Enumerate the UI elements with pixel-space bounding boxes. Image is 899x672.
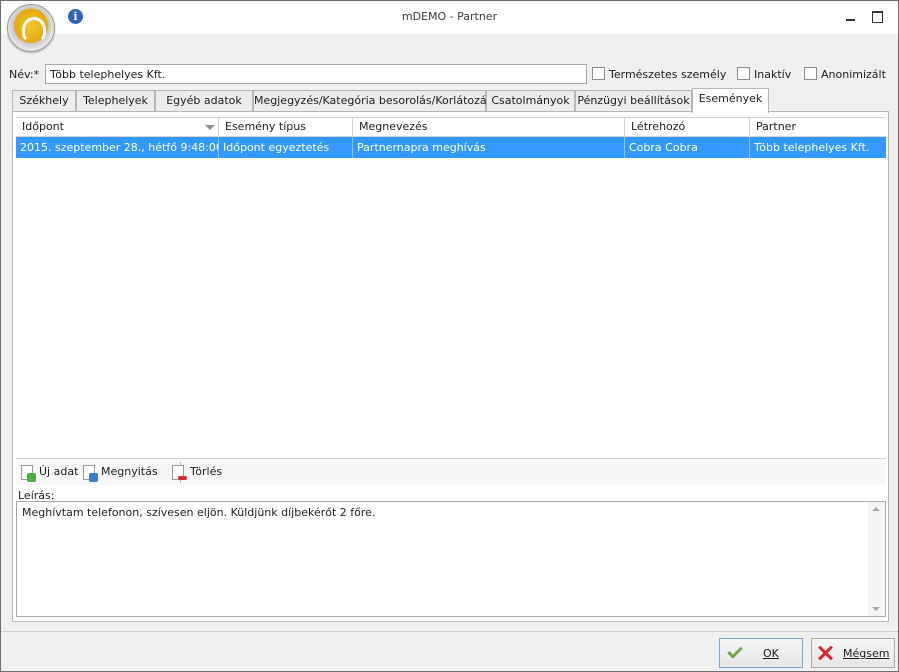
natural-person-label: Természetes személy [609, 68, 727, 81]
cancel-button-label: Mégsem [843, 647, 890, 660]
column-header-label: Időpont [22, 120, 64, 133]
tab-esemenyek[interactable]: Események [692, 88, 769, 113]
tab-szekhely[interactable]: Székhely [12, 90, 76, 112]
description-textarea[interactable]: Meghívtam telefonon, szívesen eljön. Kül… [16, 501, 886, 617]
footer-divider [1, 631, 898, 632]
maximize-icon[interactable] [867, 6, 887, 26]
tab-egyeb-adatok[interactable]: Egyéb adatok [155, 90, 253, 112]
cell-esemeny-tipus[interactable]: Időpont egyeztetés [219, 137, 353, 158]
app-logo-icon[interactable] [7, 4, 55, 52]
ok-button-label: OK [763, 647, 779, 660]
scroll-down-icon[interactable] [872, 607, 880, 611]
tab-penzugyi-beallitasok[interactable]: Pénzügyi beállítások [575, 90, 692, 112]
events-toolbar: Új adat Megnyitás Törlés [16, 458, 886, 485]
sort-desc-icon[interactable] [205, 125, 215, 130]
description-scrollbar[interactable] [868, 502, 885, 616]
delete-document-icon [172, 465, 187, 480]
cancel-x-icon [817, 644, 835, 662]
inactive-label: Inaktív [754, 68, 792, 81]
tab-telephelyek[interactable]: Telephelyek [76, 90, 155, 112]
column-header-letrehozo[interactable]: Létrehozó [625, 118, 750, 137]
checkmark-icon [727, 643, 743, 659]
minimize-icon[interactable] [841, 6, 861, 26]
column-header-idopont[interactable]: Időpont [16, 118, 219, 137]
delete-button-label: Törlés [190, 465, 223, 478]
open-document-icon [83, 465, 98, 482]
title-bar: i mDEMO - Partner [1, 1, 898, 34]
scroll-up-icon[interactable] [872, 507, 880, 511]
open-button[interactable]: Megnyitás [83, 463, 175, 482]
open-button-label: Megnyitás [101, 465, 158, 478]
new-document-icon [21, 465, 36, 482]
table-row[interactable]: 2015. szeptember 28., hétfő 9:48:00 Időp… [16, 137, 886, 158]
cell-letrehozo[interactable]: Cobra Cobra [625, 137, 750, 158]
checkbox-box[interactable] [737, 67, 750, 80]
events-grid: Időpont Esemény típus Megnevezés Létreho… [16, 117, 886, 457]
new-button[interactable]: Új adat [21, 463, 83, 482]
column-header-megnevezes[interactable]: Megnevezés [353, 118, 625, 137]
cancel-button[interactable]: Mégsem [811, 638, 895, 668]
name-input[interactable] [45, 64, 587, 84]
anonymized-label: Anonimizált [821, 68, 886, 81]
column-header-partner[interactable]: Partner [750, 118, 886, 137]
name-label: Név:* [9, 68, 40, 81]
column-header-esemeny-tipus[interactable]: Esemény típus [219, 118, 353, 137]
tab-csatolmanyok[interactable]: Csatolmányok [486, 90, 575, 112]
description-text[interactable]: Meghívtam telefonon, szívesen eljön. Kül… [22, 506, 375, 519]
cell-megnevezes[interactable]: Partnernapra meghívás [353, 137, 625, 158]
checkbox-box[interactable] [592, 67, 605, 80]
checkbox-box[interactable] [804, 67, 817, 80]
grid-header: Időpont Esemény típus Megnevezés Létreho… [16, 117, 886, 137]
ok-button[interactable]: OK [719, 638, 803, 668]
delete-button[interactable]: Törlés [172, 463, 228, 481]
cell-idopont[interactable]: 2015. szeptember 28., hétfő 9:48:00 [16, 137, 219, 158]
cell-partner[interactable]: Több telephelyes Kft. [750, 137, 886, 158]
tab-megjegyzes[interactable]: Megjegyzés/Kategória besorolás/Korlátozá… [253, 90, 505, 112]
partner-window: i mDEMO - Partner Név:* Természetes szem… [0, 0, 899, 672]
new-button-label: Új adat [39, 465, 79, 478]
window-title: mDEMO - Partner [401, 10, 498, 23]
